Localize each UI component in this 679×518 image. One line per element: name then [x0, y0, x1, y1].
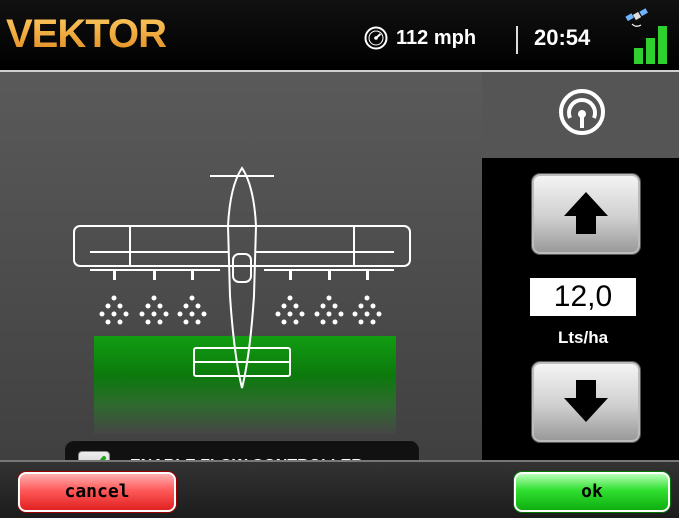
footer-bar: cancel ok: [0, 460, 679, 518]
clock-readout: 20:54: [534, 25, 591, 50]
decrease-rate-button[interactable]: [532, 362, 640, 442]
app-frame: VEKTOR 112 mph 20:54 12,0 Lts/ha cancel …: [0, 0, 679, 518]
increase-rate-button[interactable]: [532, 174, 640, 254]
main-panel: ENABLE FLOW CONTROLLER: [0, 72, 482, 492]
speed-readout: 112 mph: [396, 27, 477, 49]
ok-button[interactable]: ok: [514, 472, 670, 512]
rate-unit: Lts/ha: [557, 328, 609, 347]
vektor-logo: VEKTOR: [6, 12, 167, 56]
signal-bars-icon: [634, 26, 667, 64]
arrow-down-icon: [564, 380, 608, 422]
rate-control-panel: 12,0 Lts/ha: [482, 72, 679, 460]
cancel-button[interactable]: cancel: [18, 472, 176, 512]
gauge-icon: [559, 89, 605, 135]
gauge-tab[interactable]: [482, 72, 679, 158]
header-divider: [516, 26, 518, 54]
arrow-up-icon: [564, 192, 608, 234]
speedometer-icon: [364, 26, 388, 50]
rate-value: 12,0: [530, 278, 636, 316]
crop-duster-plane-illustration: [73, 166, 411, 389]
header-bar: VEKTOR 112 mph 20:54: [0, 0, 679, 72]
